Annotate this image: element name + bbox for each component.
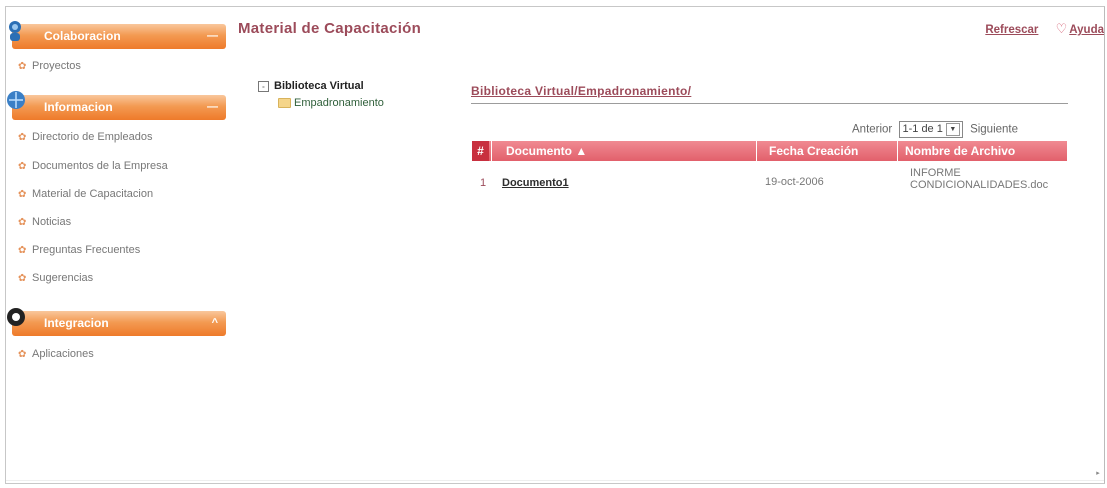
people-icon [9,21,21,41]
bullet-icon: ✿ [18,189,27,200]
pager: Anterior 1-1 de 1 ▼ Siguiente [852,121,1018,138]
table-row: 1 Documento1 19-oct-2006 INFORME CONDICI… [472,167,1067,197]
column-header-number: # [472,141,489,161]
tree-toggle-icon[interactable]: - [258,80,269,92]
row-number: 1 [480,177,487,189]
gear-connect-icon [7,308,25,326]
sidebar-item-label: Sugerencias [32,272,94,284]
app-frame: Colaboracion — ✿ Proyectos Informacion — … [5,6,1105,484]
column-header-nombre[interactable]: Nombre de Archivo [897,141,1067,161]
tree-item-label: Empadronamiento [294,97,384,109]
document-link[interactable]: Documento1 [502,177,569,189]
sidebar-item-label: Directorio de Empleados [32,131,153,143]
sidebar-item-label: Proyectos [32,60,81,72]
chevron-down-icon[interactable]: ▼ [945,122,960,136]
bullet-icon: ✿ [18,245,27,256]
sidebar-item-noticias[interactable]: ✿ Noticias [18,213,71,231]
column-header-fecha[interactable]: Fecha Creación [756,141,897,161]
sidebar-item-preguntas[interactable]: ✿ Preguntas Frecuentes [18,241,140,259]
collapse-icon[interactable]: — [207,24,218,49]
column-header-documento[interactable]: Documento ▲ [491,141,755,161]
next-page-link[interactable]: Siguiente [970,124,1018,136]
section-header-colaboracion[interactable]: Colaboracion — [9,21,226,49]
section-header-integracion[interactable]: Integracion ^ [7,308,226,336]
page-select-value: 1-1 de 1 [902,123,943,135]
sidebar-item-label: Documentos de la Empresa [32,160,168,172]
scroll-right-icon[interactable]: ▸ [1092,469,1104,483]
sidebar-item-label: Material de Capacitacion [32,188,154,200]
section-title: Integracion [44,316,109,330]
page-title: Material de Capacitación [238,20,422,37]
tree-root-label: Biblioteca Virtual [274,80,364,92]
bullet-icon: ✿ [18,273,27,284]
section-title: Colaboracion [44,29,121,43]
sidebar-item-label: Noticias [32,216,72,228]
sidebar-item-label: Preguntas Frecuentes [32,244,141,256]
sidebar-item-aplicaciones[interactable]: ✿ Aplicaciones [18,345,94,363]
collapse-icon[interactable]: — [207,95,218,120]
sidebar: Colaboracion — ✿ Proyectos Informacion — … [6,7,231,483]
bullet-icon: ✿ [18,217,27,228]
bullet-icon: ✿ [18,349,27,360]
sidebar-item-directorio[interactable]: ✿ Directorio de Empleados [18,128,152,146]
globe-info-icon [7,91,25,109]
folder-icon [278,98,291,109]
page-select[interactable]: 1-1 de 1 ▼ [899,121,963,138]
top-links: Refrescar ♡ Ayuda [985,21,1104,37]
sidebar-item-proyectos[interactable]: ✿ Proyectos [18,57,81,75]
bullet-icon: ✿ [18,132,27,143]
help-link[interactable]: Ayuda [1069,24,1104,36]
bullet-icon: ✿ [18,61,27,72]
section-header-informacion[interactable]: Informacion — [7,91,226,120]
file-name: INFORME CONDICIONALIDADES.doc [910,167,1049,191]
tree-item-empadronamiento[interactable]: Empadronamiento [278,97,384,109]
sidebar-item-sugerencias[interactable]: ✿ Sugerencias [18,269,93,287]
divider [6,480,1104,481]
expand-icon[interactable]: ^ [212,311,218,336]
sidebar-item-documentos[interactable]: ✿ Documentos de la Empresa [18,157,168,175]
tree-root[interactable]: - Biblioteca Virtual [258,80,364,92]
breadcrumb-text[interactable]: Biblioteca Virtual/Empadronamiento/ [471,84,691,98]
sidebar-item-label: Aplicaciones [32,348,94,360]
breadcrumb: Biblioteca Virtual/Empadronamiento/ [471,84,691,98]
section-title: Informacion [44,100,113,114]
sidebar-item-material[interactable]: ✿ Material de Capacitacion [18,185,153,203]
creation-date: 19-oct-2006 [765,176,824,188]
refresh-link[interactable]: Refrescar [985,24,1038,36]
prev-page-link[interactable]: Anterior [852,124,892,136]
bullet-icon: ✿ [18,161,27,172]
divider [471,103,1068,104]
help-icon[interactable]: ♡ [1056,21,1068,37]
table-header: # Documento ▲ Fecha Creación Nombre de A… [472,141,1067,161]
